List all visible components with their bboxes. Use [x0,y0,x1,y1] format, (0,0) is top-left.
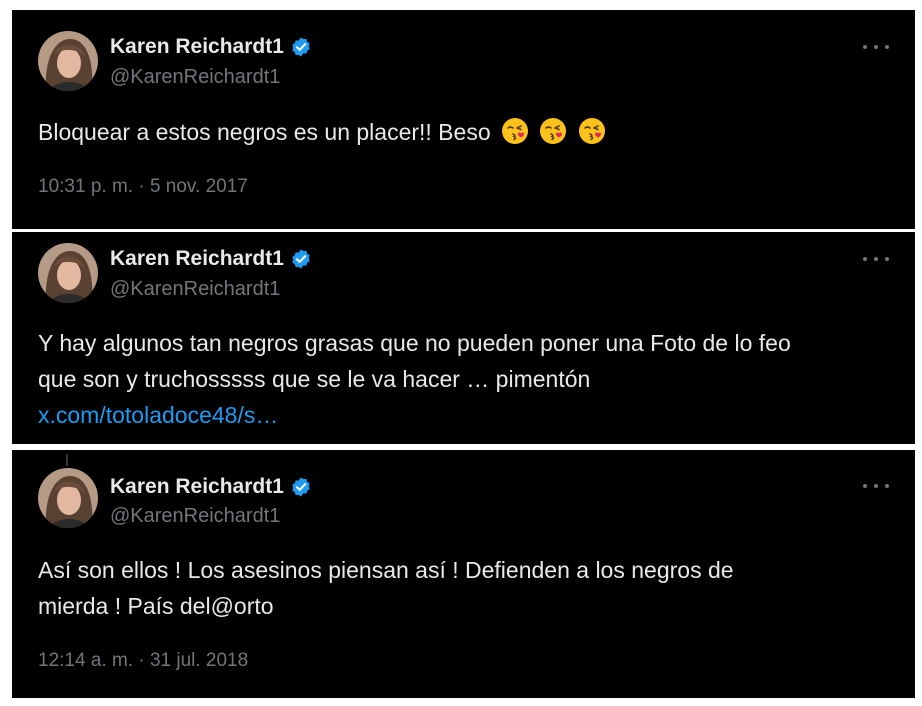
more-options-icon[interactable] [863,41,889,53]
tweet-timestamp[interactable]: 10:31 p. m. · 5 nov. 2017 [38,176,248,198]
handle[interactable]: @KarenReichardt1 [110,66,280,89]
tweet-text-line: Y hay algunos tan negros grasas que no p… [38,330,791,356]
display-name[interactable]: Karen Reichardt1 [110,247,284,271]
tweet-link[interactable]: x.com/totoladoce48/s… [38,402,278,428]
handle[interactable]: @KarenReichardt1 [110,505,280,528]
verified-badge-icon [292,37,310,57]
kissing-face-emoji-icon [540,118,567,144]
tweet-text: Y hay algunos tan negros grasas que no p… [38,325,898,433]
verified-badge-icon [292,477,310,497]
author-row[interactable]: Karen Reichardt1 [110,35,312,59]
kissing-face-emoji-icon [578,118,605,144]
avatar[interactable] [38,31,98,91]
tweet-card[interactable]: Karen Reichardt1 @KarenReichardt1 Así so… [12,450,915,698]
tweet-card[interactable]: Karen Reichardt1 @KarenReichardt1 Y hay … [12,232,915,444]
tweet-text-line: Así son ellos ! Los asesinos piensan así… [38,557,734,583]
display-name[interactable]: Karen Reichardt1 [110,475,284,499]
tweet-text: Bloquear a estos negros es un placer!! B… [38,114,898,150]
thread-connector-line [66,454,68,466]
avatar[interactable] [38,243,98,303]
tweet-text: Así son ellos ! Los asesinos piensan así… [38,552,898,624]
display-name[interactable]: Karen Reichardt1 [110,35,284,59]
more-options-icon[interactable] [863,480,889,492]
kissing-face-emoji-icon [502,118,529,144]
author-row[interactable]: Karen Reichardt1 [110,247,312,271]
tweet-text-line: mierda ! País del@orto [38,593,274,619]
more-options-icon[interactable] [863,253,889,265]
avatar[interactable] [38,468,98,528]
author-row[interactable]: Karen Reichardt1 [110,475,312,499]
tweet-text-line: Bloquear a estos negros es un placer!! B… [38,119,491,145]
verified-badge-icon [292,249,310,269]
handle[interactable]: @KarenReichardt1 [110,278,280,301]
tweet-timestamp[interactable]: 12:14 a. m. · 31 jul. 2018 [38,650,248,672]
tweet-card[interactable]: Karen Reichardt1 @KarenReichardt1 Bloque… [12,10,915,229]
tweet-text-line: que son y truchosssss que se le va hacer… [38,366,591,392]
